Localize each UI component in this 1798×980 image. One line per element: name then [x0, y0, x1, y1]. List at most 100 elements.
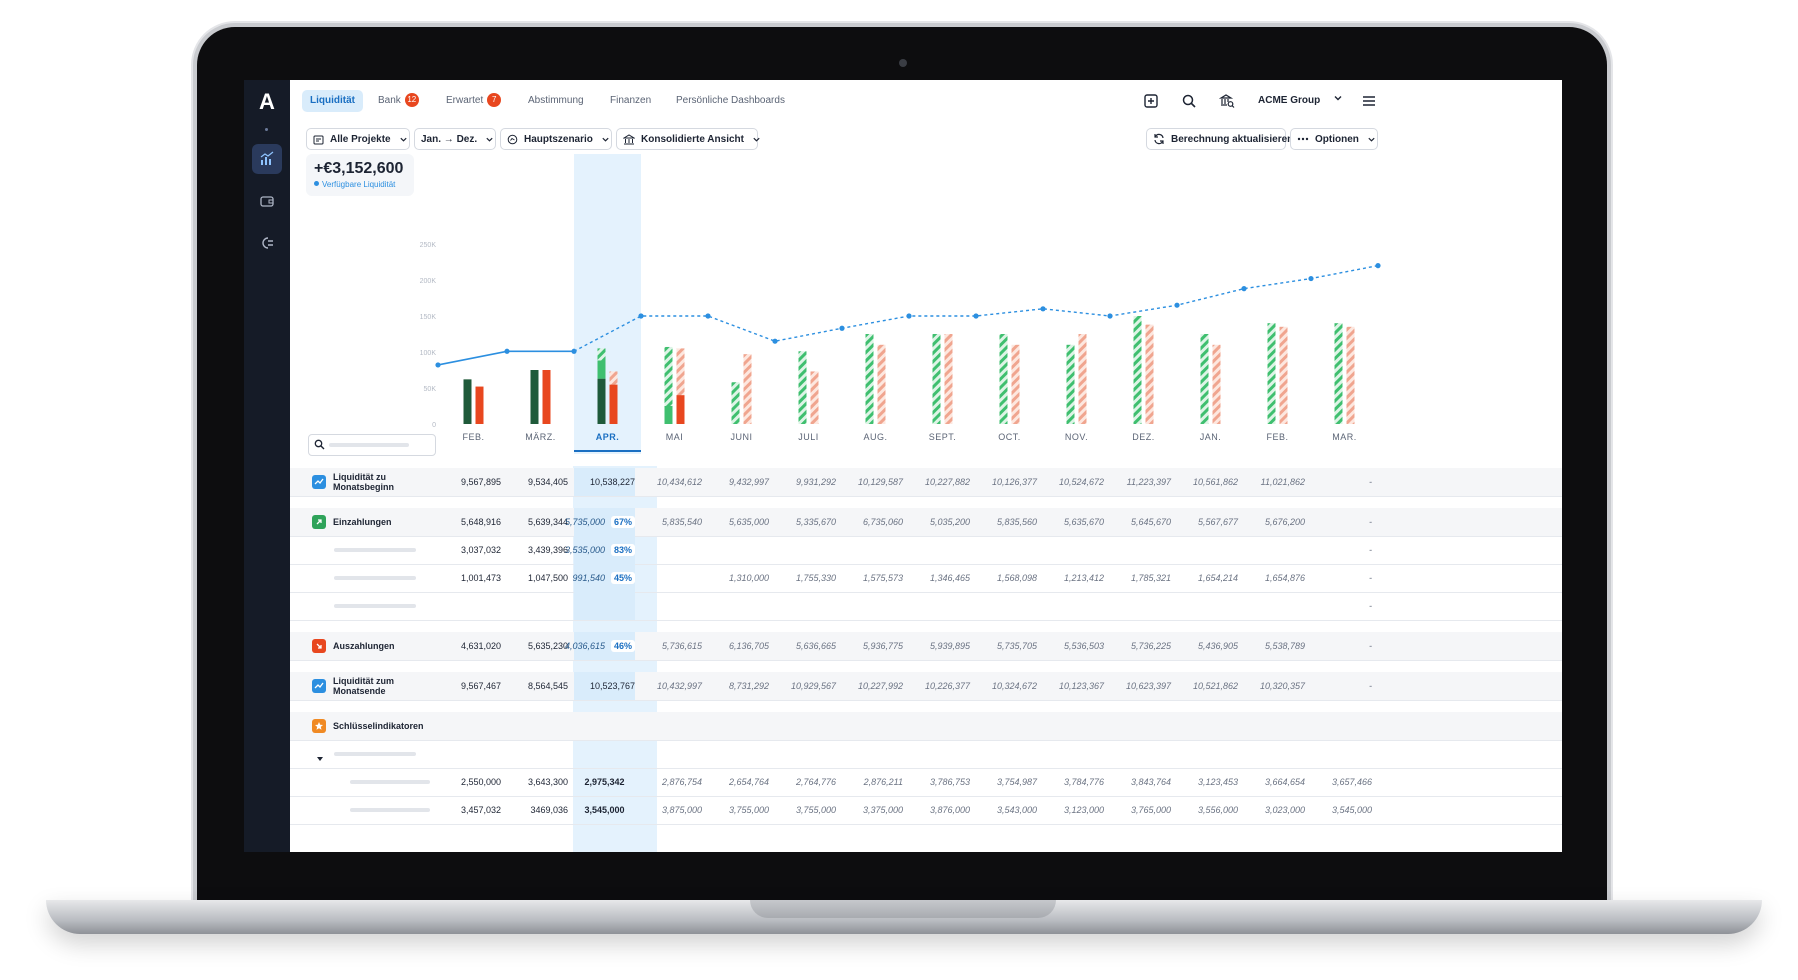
- table-cell: [507, 592, 568, 620]
- plug-icon: [262, 237, 273, 249]
- table-cell: 1,001,473: [440, 564, 501, 592]
- view-filter[interactable]: Konsolidierte Ansicht: [616, 128, 760, 150]
- bar-inflow-forecast: [597, 348, 606, 361]
- period-filter[interactable]: Jan. → Dez.: [414, 128, 496, 150]
- table-cell: [1244, 592, 1305, 620]
- liquidity-point: [638, 313, 644, 319]
- sidebar-item-wallet[interactable]: [252, 186, 282, 216]
- table-cell: [574, 740, 635, 768]
- table-row[interactable]: 1,001,473 1,047,500 991,540 45% 1,310,000 1,7…: [290, 564, 1562, 593]
- search-button[interactable]: [1180, 92, 1198, 110]
- tab-abstimmung[interactable]: Abstimmung: [520, 90, 592, 112]
- tab-finanzen[interactable]: Finanzen: [602, 90, 659, 112]
- table-cell: -: [1311, 672, 1372, 700]
- cell-value: 5,639,344: [527, 517, 568, 527]
- scenario-filter[interactable]: Hauptszenario: [500, 128, 612, 150]
- cell-value: 1,001,473: [460, 573, 501, 583]
- table-cell: 1,047,500: [507, 564, 568, 592]
- percentage-badge: 67%: [610, 516, 635, 528]
- cell-value: 3469,036: [530, 805, 568, 815]
- table-cell: 5,645,670: [1110, 508, 1171, 536]
- table-row[interactable]: [290, 740, 1562, 769]
- caret-down-icon[interactable]: [316, 750, 324, 768]
- table-row[interactable]: 3,457,032 3469,036 3,545,000 3,875,000 3,755…: [290, 796, 1562, 825]
- table-row[interactable]: Liquidität zum Monatsende 9,567,467 8,564,…: [290, 672, 1562, 701]
- tab-liquiditaet[interactable]: Liquidität: [302, 90, 363, 112]
- projects-filter[interactable]: Alle Projekte: [306, 128, 410, 150]
- liquidity-point: [772, 338, 778, 344]
- table-cell: 3,439,396: [507, 536, 568, 564]
- table-cell: [440, 740, 501, 768]
- percentage-badge: 45%: [610, 572, 635, 584]
- table-row[interactable]: Auszahlungen 4,631,020 5,635,230 4,036,615 4…: [290, 632, 1562, 661]
- bar-inflow-segment: [597, 360, 606, 379]
- table-cell: 11,223,397: [1110, 468, 1171, 496]
- tab-persoenliche-dashboards[interactable]: Persönliche Dashboards: [668, 90, 793, 112]
- cell-value: 5,635,000: [728, 517, 769, 527]
- table-cell: 10,227,992: [842, 672, 903, 700]
- organization-switcher[interactable]: ACME Group: [1258, 92, 1343, 110]
- cell-value: 5,936,775: [862, 641, 903, 651]
- bank-search-button[interactable]: [1218, 92, 1236, 110]
- cell-value: 5,536,503: [1063, 641, 1104, 651]
- tab-label: Liquidität: [310, 95, 355, 106]
- table-row[interactable]: -: [290, 592, 1562, 621]
- cell-value: 10,432,997: [656, 681, 702, 691]
- table-row[interactable]: 2,550,000 3,643,300 2,975,342 2,876,754 2,65…: [290, 768, 1562, 797]
- cell-value: 5,567,677: [1197, 517, 1238, 527]
- chevron-down-icon: [1368, 137, 1375, 142]
- table-cell: 3,875,000: [641, 796, 702, 824]
- table-cell: 10,538,227: [574, 468, 635, 496]
- table-cell: 5,635,230: [507, 632, 568, 660]
- tab-bank[interactable]: Bank 12: [370, 90, 427, 112]
- refresh-calculation-button[interactable]: Berechnung aktualisieren: [1146, 128, 1293, 150]
- tab-erwartet[interactable]: Erwartet 7: [438, 90, 509, 112]
- legend-dot-icon: [314, 181, 319, 186]
- table-cell: 10,623,397: [1110, 672, 1171, 700]
- table-cell: 4,036,615 46%: [565, 632, 635, 660]
- options-button[interactable]: Optionen: [1290, 128, 1378, 150]
- tab-label: Persönliche Dashboards: [676, 95, 785, 106]
- cell-value: 10,524,672: [1058, 477, 1104, 487]
- add-button[interactable]: [1142, 92, 1160, 110]
- table-cell: [1043, 740, 1104, 768]
- liquidity-point: [839, 325, 845, 331]
- liquidity-table: Liquidität zu Monatsbeginn 9,567,895 9,534…: [290, 466, 1562, 852]
- table-cell: 3,123,000: [1043, 796, 1104, 824]
- row-label-text: Schlüsselindikatoren: [333, 721, 424, 731]
- table-row[interactable]: 3,037,032 3,439,396 3,535,000 83% -: [290, 536, 1562, 565]
- cell-value: 2,550,000: [460, 777, 501, 787]
- menu-button[interactable]: [1360, 92, 1378, 110]
- table-cell: 5,436,905: [1177, 632, 1238, 660]
- table-row[interactable]: Liquidität zu Monatsbeginn 9,567,895 9,534…: [290, 468, 1562, 497]
- x-category-label: OCT.: [998, 432, 1021, 442]
- cell-value: -: [1369, 517, 1372, 527]
- table-cell: [1244, 740, 1305, 768]
- table-cell: 5,538,789: [1244, 632, 1305, 660]
- table-cell: 2,876,211: [842, 768, 903, 796]
- sidebar-item-dashboard[interactable]: [252, 144, 282, 174]
- liquidity-point: [1375, 263, 1381, 269]
- options-label: Optionen: [1315, 133, 1359, 145]
- table-cell: [842, 592, 903, 620]
- bar-outflow: [1212, 344, 1221, 424]
- app-logo: A: [259, 89, 275, 114]
- table-cell: 5,735,000 67%: [565, 508, 635, 536]
- table-search-input[interactable]: [308, 434, 436, 456]
- line-chart-icon: [312, 475, 326, 489]
- liquidity-line-forecast: [573, 264, 1379, 352]
- table-cell: 3,123,453: [1177, 768, 1238, 796]
- sidebar-item-integrations[interactable]: [252, 228, 282, 258]
- table-row[interactable]: Einzahlungen 5,648,916 5,639,344 5,735,000 6…: [290, 508, 1562, 537]
- current-month-underline: [574, 450, 641, 452]
- table-cell: 5,676,200: [1244, 508, 1305, 536]
- table-cell: -: [1311, 536, 1372, 564]
- bar-inflow: [530, 370, 539, 424]
- table-cell: 3,765,000: [1110, 796, 1171, 824]
- chevron-down-icon: [753, 137, 760, 142]
- table-row[interactable]: Schlüsselindikatoren: [290, 712, 1562, 741]
- cell-value: 3,375,000: [862, 805, 903, 815]
- table-cell: 10,226,377: [909, 672, 970, 700]
- table-cell: 10,227,882: [909, 468, 970, 496]
- table-cell: 1,755,330: [775, 564, 836, 592]
